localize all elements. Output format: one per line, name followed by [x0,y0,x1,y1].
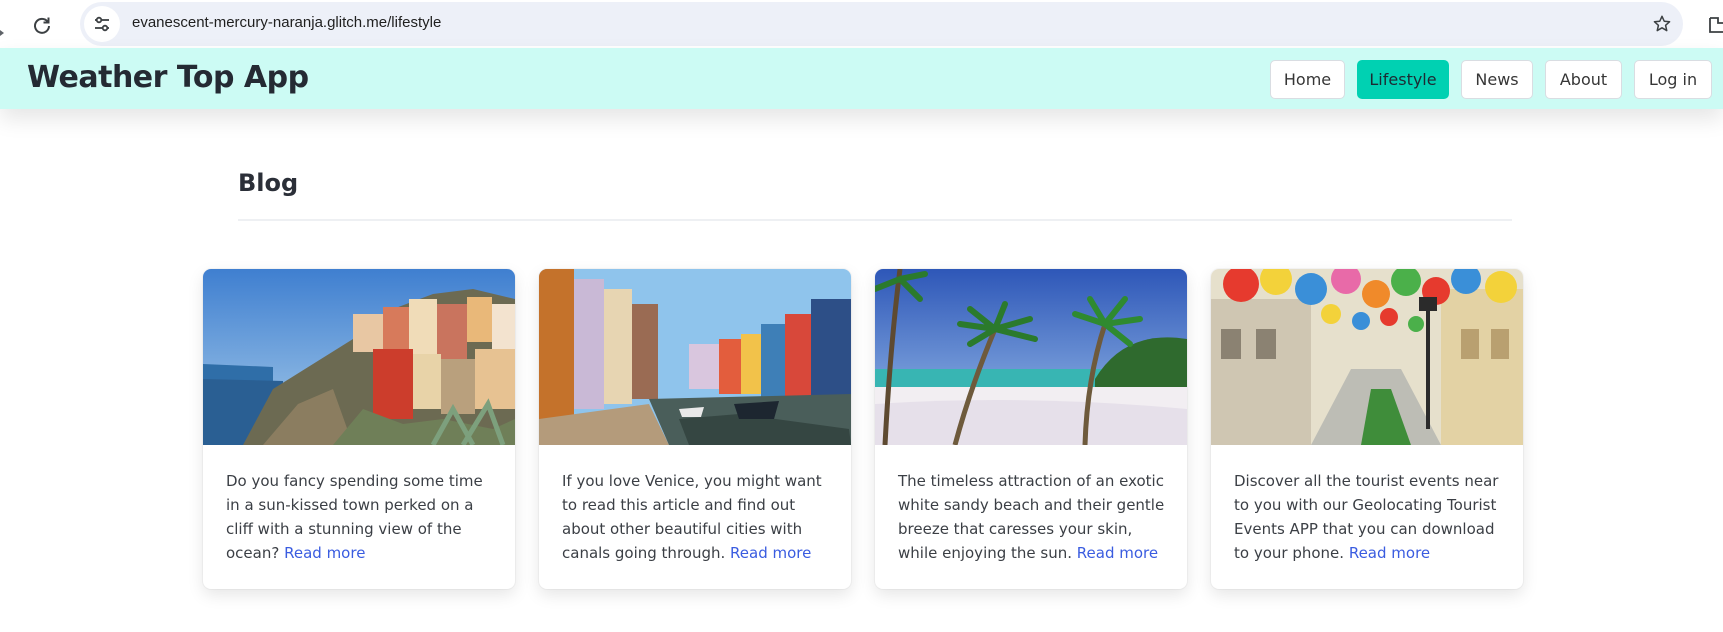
read-more-link[interactable]: Read more [1077,544,1158,562]
url-text[interactable]: evanescent-mercury-naranja.glitch.me/lif… [132,14,441,31]
site-info-icon[interactable] [84,6,120,42]
divider [238,219,1512,221]
reload-icon[interactable] [28,11,56,39]
card-image-tropical-beach [875,269,1187,445]
nav-about-button[interactable]: About [1545,60,1622,99]
browser-toolbar: evanescent-mercury-naranja.glitch.me/lif… [0,0,1723,48]
back-icon[interactable] [0,21,4,36]
card-image-canal-city [539,269,851,445]
brand-title[interactable]: Weather Top App [27,60,309,95]
blog-card: Discover all the tourist events near to … [1211,269,1523,589]
blog-card: Do you fancy spending some time in a sun… [203,269,515,589]
blog-card: If you love Venice, you might want to re… [539,269,851,589]
page-title: Blog [238,169,299,197]
address-bar[interactable]: evanescent-mercury-naranja.glitch.me/lif… [80,2,1683,46]
read-more-link[interactable]: Read more [730,544,811,562]
card-image-cliff-town [203,269,515,445]
read-more-link[interactable]: Read more [1349,544,1430,562]
card-image-umbrella-street [1211,269,1523,445]
app-navbar: Weather Top App Home Lifestyle News Abou… [0,48,1723,109]
nav-lifestyle-button[interactable]: Lifestyle [1357,60,1449,99]
extensions-icon[interactable] [1708,14,1723,34]
blog-card: The timeless attraction of an exotic whi… [875,269,1187,589]
read-more-link[interactable]: Read more [284,544,365,562]
bookmark-star-icon[interactable] [1649,11,1675,37]
nav-home-button[interactable]: Home [1270,60,1345,99]
nav-news-button[interactable]: News [1461,60,1533,99]
nav-login-button[interactable]: Log in [1634,60,1712,99]
